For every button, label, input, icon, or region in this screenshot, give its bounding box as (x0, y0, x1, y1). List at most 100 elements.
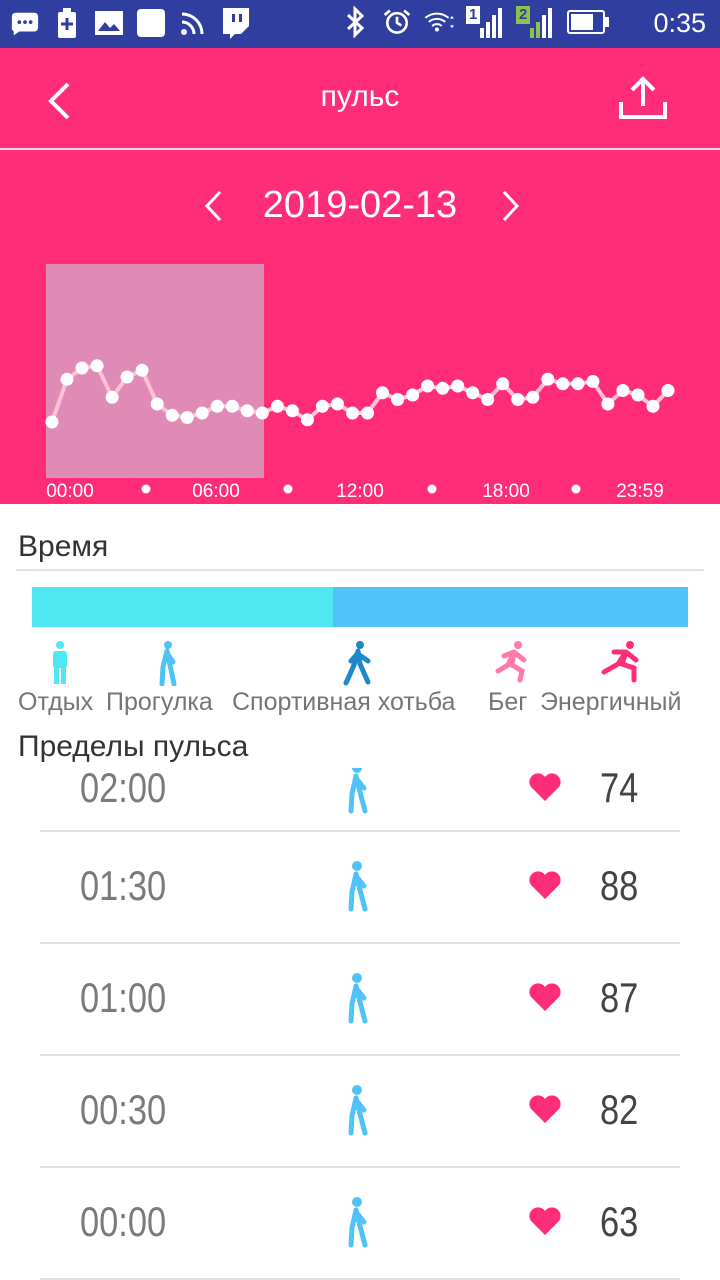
heart-rate-point (571, 377, 585, 391)
section-divider (16, 569, 704, 571)
signal-sim1-icon: 1 (466, 6, 504, 38)
heart-rate-point (45, 415, 59, 429)
list-item[interactable]: 00:00 63 (40, 1168, 680, 1280)
standing-person-icon (40, 640, 80, 686)
heart-rate-point (361, 406, 374, 420)
heart-rate-point (406, 388, 420, 402)
x-tick-dot (571, 484, 581, 494)
sim1-label: 1 (469, 6, 478, 23)
heart-rate-chart[interactable]: 00:00 06:00 12:00 18:00 23:59 (0, 150, 720, 504)
heart-rate-point (391, 393, 405, 406)
heart-rate-point (601, 397, 615, 411)
heart-rate-point (616, 384, 630, 397)
time-bar-walk-segment (333, 587, 688, 627)
legend-label-sport-walk: Спортивная хотьба (232, 688, 456, 716)
list-item[interactable]: 01:30 88 (40, 832, 680, 944)
status-icons-left (10, 8, 250, 39)
heart-icon (528, 1094, 562, 1124)
twitch-icon (220, 8, 250, 39)
legend-label-run: Бег (488, 688, 528, 716)
gallery-icon (94, 8, 124, 38)
heart-rate-point (661, 384, 675, 397)
signal-sim2-icon: 2 (516, 6, 554, 38)
x-tick-dot (283, 484, 293, 494)
heart-rate-point (285, 404, 299, 418)
heart-rate-point (541, 372, 555, 386)
heart-icon (528, 1206, 562, 1236)
heart-rate-point (135, 363, 149, 377)
x-tick-label: 00:00 (46, 481, 94, 502)
time-section-title: Время (18, 530, 109, 563)
limits-section-title: Пределы пульса (18, 730, 249, 763)
row-time: 01:30 (80, 862, 167, 909)
square-icon (136, 8, 166, 38)
walking-person-icon (342, 1196, 374, 1248)
heart-rate-point (346, 406, 359, 420)
row-bpm: 63 (600, 1198, 639, 1245)
x-tick-label: 23:59 (616, 481, 664, 502)
heart-rate-point (300, 413, 314, 427)
activity-legend-icons (0, 640, 720, 687)
heart-rate-point (586, 375, 600, 388)
walking-person-icon (342, 972, 374, 1024)
status-bar: 1 2 0:35 (0, 0, 720, 48)
heart-rate-point (376, 386, 389, 400)
heart-rate-point (180, 411, 194, 424)
sport-walk-icon (338, 640, 378, 686)
battery-icon (566, 7, 610, 37)
status-icons-right: 1 2 (340, 6, 610, 38)
share-button[interactable] (616, 76, 670, 122)
walking-person-icon (148, 640, 188, 687)
row-time: 00:00 (80, 1198, 167, 1245)
chat-icon (10, 8, 40, 38)
heart-rate-point (210, 399, 224, 413)
x-tick-dot (141, 484, 151, 494)
wifi-icon (424, 7, 454, 37)
heart-rate-point (165, 408, 179, 422)
list-item[interactable]: 01:00 87 (40, 944, 680, 1056)
cast-icon (178, 8, 208, 38)
status-time: 0:35 (653, 8, 706, 38)
x-tick-label: 12:00 (336, 481, 384, 502)
sprinting-person-icon (600, 640, 640, 686)
heart-rate-point (90, 359, 104, 373)
heart-rate-point (120, 370, 134, 384)
battery-plus-icon (52, 8, 82, 38)
list-item[interactable]: 00:30 82 (40, 1056, 680, 1168)
x-tick-label: 18:00 (482, 481, 530, 502)
row-bpm: 87 (600, 974, 639, 1021)
heart-rate-point (481, 393, 495, 406)
heart-rate-point (331, 397, 344, 411)
heart-rate-point (105, 390, 119, 404)
row-bpm: 74 (600, 768, 639, 811)
heart-icon (528, 870, 562, 900)
bluetooth-icon (340, 6, 370, 38)
heart-rate-point (315, 399, 329, 413)
chart-area: 2019-02-13 00:00 06:00 12:00 18:00 23:59 (0, 150, 720, 504)
x-tick-dot (427, 484, 437, 494)
heart-rate-point (646, 399, 660, 413)
activity-time-bar (32, 587, 688, 627)
heart-icon (528, 982, 562, 1012)
time-bar-rest-segment (32, 587, 333, 627)
legend-label-walk: Прогулка (106, 688, 213, 716)
walking-person-icon (342, 768, 374, 814)
heart-rate-point (240, 404, 254, 418)
heart-rate-point (421, 379, 435, 393)
heart-rate-list[interactable]: 02:00 74 01:30 88 01:00 87 00:30 82 00:0… (0, 768, 720, 1280)
heart-rate-point (60, 372, 74, 386)
heart-rate-point (255, 406, 269, 420)
app-bar: пульс (0, 48, 720, 148)
upload-icon (619, 76, 667, 119)
legend-label-energetic: Энергичный (540, 688, 682, 716)
row-bpm: 88 (600, 862, 639, 909)
heart-rate-point (195, 406, 209, 420)
sim2-label: 2 (519, 6, 528, 23)
legend-label-rest: Отдых (18, 688, 94, 716)
heart-rate-point (225, 399, 239, 413)
heart-rate-point (631, 388, 645, 402)
row-time: 00:30 (80, 1086, 167, 1133)
row-bpm: 82 (600, 1086, 639, 1133)
heart-icon (528, 772, 562, 802)
heart-rate-point (511, 393, 525, 406)
